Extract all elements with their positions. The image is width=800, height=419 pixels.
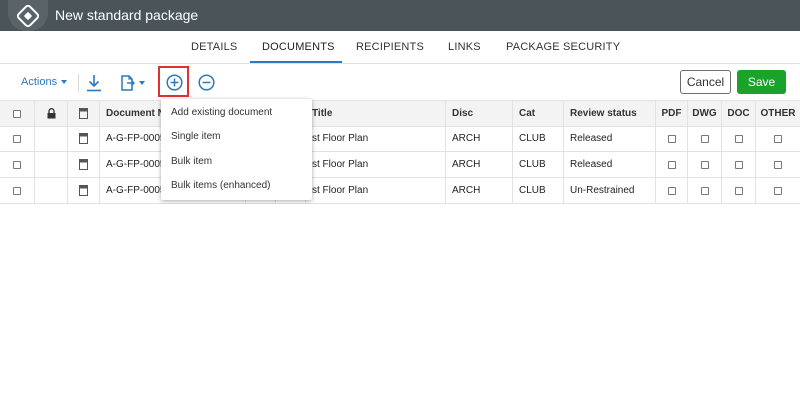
doc-cell [722, 126, 756, 151]
pdf-checkbox[interactable] [667, 160, 676, 169]
row-checkbox[interactable] [13, 186, 21, 195]
tab-links[interactable]: LINKS [448, 41, 481, 53]
table-row[interactable]: A-G-FP-0005 st Floor Plan ARCH CLUB Un-R… [0, 178, 800, 204]
title-cell: st Floor Plan [306, 126, 446, 151]
doc-checkbox[interactable] [734, 186, 743, 195]
pdf-cell [656, 178, 688, 203]
actions-label: Actions [21, 76, 58, 88]
document-type-icon [79, 185, 88, 196]
document-type-icon [79, 133, 88, 144]
cat-cell: CLUB [513, 126, 564, 151]
menu-item-add-existing-document[interactable]: Add existing document [171, 107, 272, 118]
chevron-down-icon [139, 81, 145, 85]
row-checkbox[interactable] [13, 160, 21, 169]
cat-header[interactable]: Cat [513, 101, 564, 126]
dwg-header[interactable]: DWG [688, 101, 722, 126]
document-type-icon [79, 108, 88, 119]
export-menu-button[interactable] [115, 72, 149, 94]
lock-cell [35, 178, 68, 203]
pdf-cell [656, 152, 688, 177]
cat-cell: CLUB [513, 152, 564, 177]
tab-package-security[interactable]: PACKAGE SECURITY [506, 41, 620, 53]
other-checkbox[interactable] [774, 186, 782, 195]
type-cell [68, 152, 100, 177]
tab-bar: DETAILS DOCUMENTS RECIPIENTS LINKS PACKA… [0, 31, 800, 64]
table-row[interactable]: A-G-FP-0005 st Floor Plan ARCH CLUB Rele… [0, 152, 800, 178]
dwg-cell [688, 178, 722, 203]
table-header-row: Document N Title Disc Cat Review status … [0, 100, 800, 127]
doc-header[interactable]: DOC [722, 101, 756, 126]
disc-cell: ARCH [446, 152, 513, 177]
row-select-cell [0, 178, 35, 203]
cat-cell: CLUB [513, 178, 564, 203]
doc-cell [722, 178, 756, 203]
title-bar: New standard package [0, 0, 800, 31]
review-status-cell: Un-Restrained [564, 178, 656, 203]
dwg-cell [688, 126, 722, 151]
tab-recipients[interactable]: RECIPIENTS [356, 41, 424, 53]
type-cell [68, 126, 100, 151]
other-cell [756, 126, 800, 151]
remove-button[interactable] [196, 72, 216, 92]
actions-menu-button[interactable]: Actions [21, 76, 68, 88]
type-column-header [68, 101, 100, 126]
other-checkbox[interactable] [774, 160, 782, 169]
cancel-button[interactable]: Cancel [680, 70, 731, 94]
document-export-icon [121, 75, 135, 91]
select-all-cell [0, 101, 35, 126]
add-button-highlight [158, 66, 189, 97]
disc-header[interactable]: Disc [446, 101, 513, 126]
pdf-cell [656, 126, 688, 151]
toolbar-divider [78, 74, 79, 92]
review-status-cell: Released [564, 126, 656, 151]
menu-item-bulk-items-enhanced[interactable]: Bulk items (enhanced) [171, 180, 271, 191]
title-header[interactable]: Title [306, 101, 446, 126]
tab-details[interactable]: DETAILS [191, 41, 237, 53]
menu-item-bulk-item[interactable]: Bulk item [171, 156, 212, 167]
lock-cell [35, 152, 68, 177]
review-status-cell: Released [564, 152, 656, 177]
doc-checkbox[interactable] [734, 160, 743, 169]
menu-item-single-item[interactable]: Single item [171, 131, 220, 142]
add-dropdown-menu: Add existing document Single item Bulk i… [161, 99, 312, 200]
other-cell [756, 152, 800, 177]
pdf-checkbox[interactable] [667, 134, 676, 143]
tab-documents[interactable]: DOCUMENTS [262, 41, 335, 53]
window-title: New standard package [55, 7, 199, 23]
type-cell [68, 178, 100, 203]
dwg-cell [688, 152, 722, 177]
other-header[interactable]: OTHER [756, 101, 800, 126]
other-cell [756, 178, 800, 203]
lock-icon [47, 108, 55, 119]
download-icon [87, 75, 101, 92]
lock-column-header [35, 101, 68, 126]
doc-cell [722, 152, 756, 177]
document-type-icon [79, 159, 88, 170]
dwg-checkbox[interactable] [700, 186, 709, 195]
disc-cell: ARCH [446, 178, 513, 203]
save-button[interactable]: Save [737, 70, 786, 94]
pdf-checkbox[interactable] [667, 186, 676, 195]
review-status-header[interactable]: Review status [564, 101, 656, 126]
title-cell: st Floor Plan [306, 152, 446, 177]
lock-cell [35, 126, 68, 151]
table-row[interactable]: A-G-FP-0005 st Floor Plan ARCH CLUB Rele… [0, 126, 800, 152]
select-all-checkbox[interactable] [13, 109, 21, 118]
dwg-checkbox[interactable] [700, 160, 709, 169]
doc-checkbox[interactable] [734, 134, 743, 143]
chevron-down-icon [61, 80, 68, 85]
active-tab-indicator [250, 61, 342, 63]
dwg-checkbox[interactable] [700, 134, 709, 143]
remove-circle-icon [197, 73, 215, 91]
other-checkbox[interactable] [774, 134, 782, 143]
row-select-cell [0, 152, 35, 177]
disc-cell: ARCH [446, 126, 513, 151]
download-button[interactable] [84, 72, 104, 94]
pdf-header[interactable]: PDF [656, 101, 688, 126]
app-logo-icon [8, 0, 48, 31]
row-checkbox[interactable] [13, 134, 21, 143]
row-select-cell [0, 126, 35, 151]
title-cell: st Floor Plan [306, 178, 446, 203]
